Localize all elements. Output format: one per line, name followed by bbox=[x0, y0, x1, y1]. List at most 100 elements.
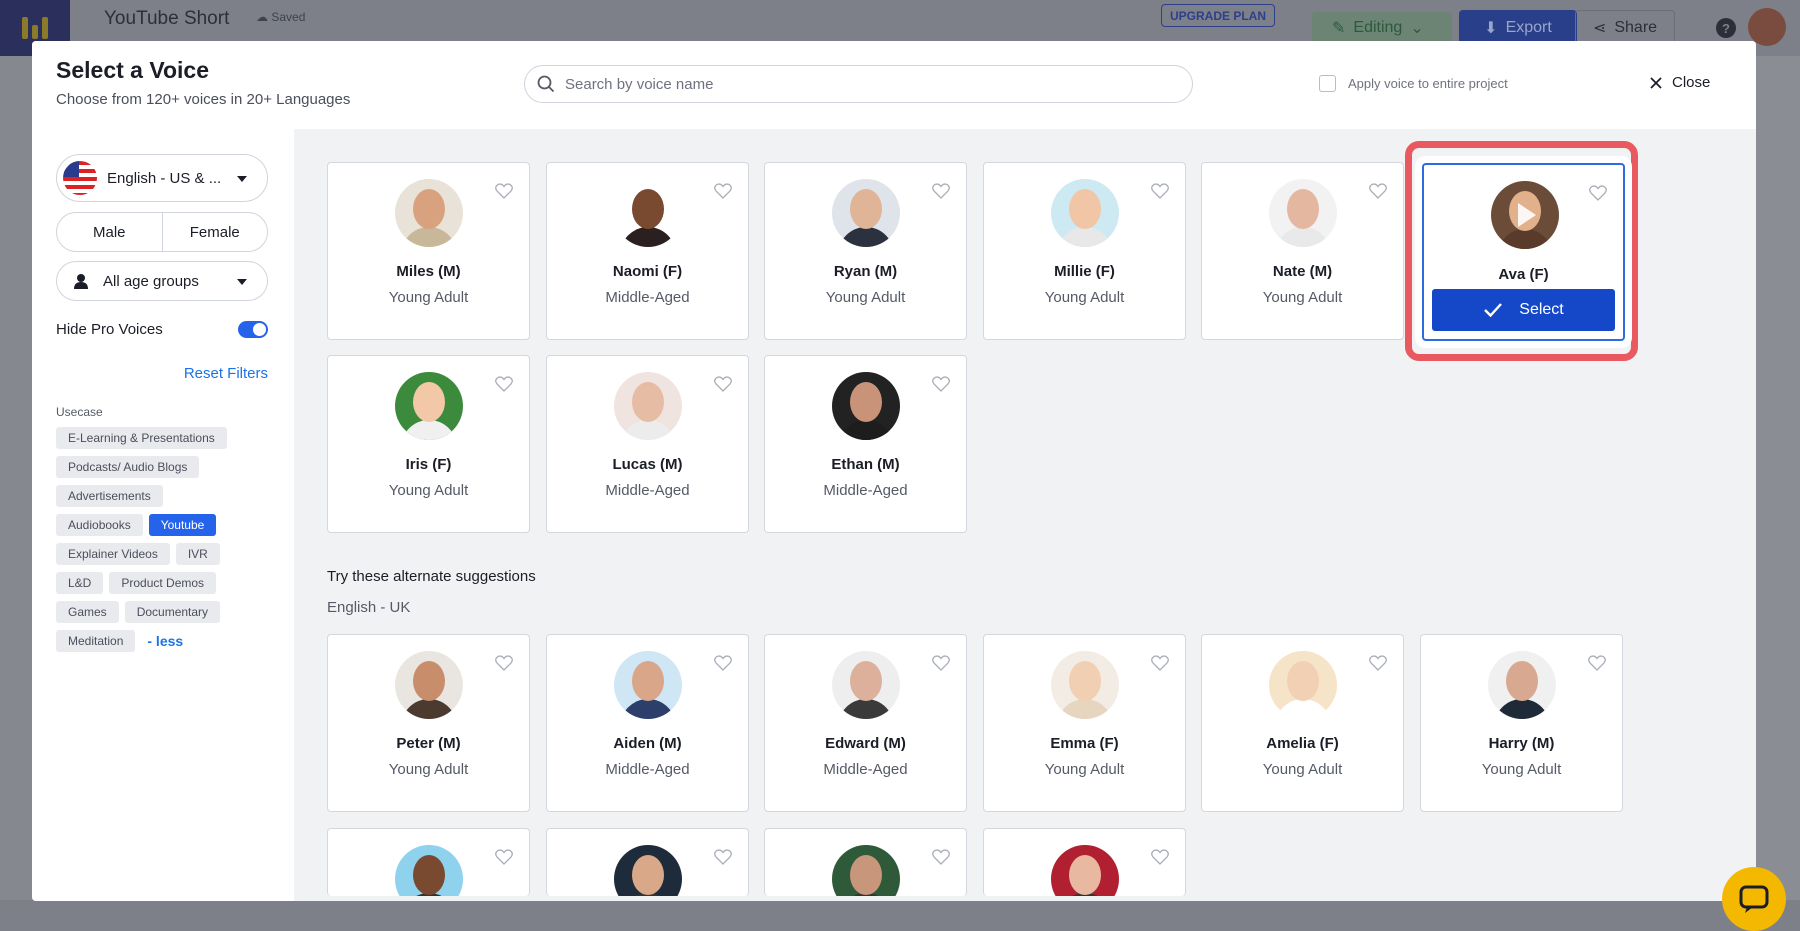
gender-male-button[interactable]: Male bbox=[57, 213, 162, 251]
usecase-chip[interactable]: Advertisements bbox=[56, 485, 163, 507]
voice-name: Ava (F) bbox=[1498, 266, 1549, 283]
voice-card-partial[interactable] bbox=[764, 828, 967, 896]
heart-icon[interactable] bbox=[932, 849, 950, 870]
voice-card[interactable]: Harry (M) Young Adult bbox=[1420, 634, 1623, 812]
usecase-chip[interactable]: Audiobooks bbox=[56, 514, 143, 536]
voice-avatar[interactable] bbox=[614, 179, 682, 247]
voice-card[interactable]: Ethan (M) Middle-Aged bbox=[764, 355, 967, 533]
heart-icon[interactable] bbox=[1151, 655, 1169, 676]
heart-icon[interactable] bbox=[495, 376, 513, 397]
heart-icon[interactable] bbox=[1369, 183, 1387, 204]
voice-age-group: Middle-Aged bbox=[605, 482, 690, 499]
share-label: Share bbox=[1614, 19, 1658, 36]
voice-card[interactable]: Aiden (M) Middle-Aged bbox=[546, 634, 749, 812]
usecase-chip[interactable]: E-Learning & Presentations bbox=[56, 427, 227, 449]
heart-icon[interactable] bbox=[495, 183, 513, 204]
person-icon bbox=[74, 274, 88, 289]
editing-mode-button[interactable]: ✎ Editing ⌄ bbox=[1312, 12, 1452, 44]
heart-icon[interactable] bbox=[932, 655, 950, 676]
voice-avatar[interactable] bbox=[395, 651, 463, 719]
voice-avatar[interactable] bbox=[1488, 651, 1556, 719]
voice-card[interactable]: Lucas (M) Middle-Aged bbox=[546, 355, 749, 533]
apply-voice-option[interactable]: Apply voice to entire project bbox=[1319, 75, 1508, 92]
voice-card-partial[interactable] bbox=[983, 828, 1186, 896]
heart-icon[interactable] bbox=[932, 376, 950, 397]
heart-icon[interactable] bbox=[1589, 185, 1607, 206]
voice-avatar[interactable] bbox=[1051, 179, 1119, 247]
apply-voice-checkbox[interactable] bbox=[1319, 75, 1336, 92]
usecase-chip[interactable]: Podcasts/ Audio Blogs bbox=[56, 456, 200, 478]
voice-card-partial[interactable] bbox=[546, 828, 749, 896]
project-title[interactable]: YouTube Short bbox=[104, 8, 229, 30]
heart-icon[interactable] bbox=[1369, 655, 1387, 676]
close-button[interactable]: Close bbox=[1650, 74, 1710, 91]
usecase-chip-active[interactable]: Youtube bbox=[148, 514, 217, 536]
voice-card[interactable]: Edward (M) Middle-Aged bbox=[764, 634, 967, 812]
voice-card[interactable]: Ryan (M) Young Adult bbox=[764, 162, 967, 340]
heart-icon[interactable] bbox=[1588, 655, 1606, 676]
voice-name: Aiden (M) bbox=[613, 735, 682, 752]
voice-avatar[interactable] bbox=[1269, 179, 1337, 247]
heart-icon[interactable] bbox=[714, 655, 732, 676]
voice-avatar[interactable] bbox=[832, 651, 900, 719]
voice-avatar[interactable] bbox=[395, 372, 463, 440]
gender-female-button[interactable]: Female bbox=[161, 213, 268, 251]
usecase-chip[interactable]: Product Demos bbox=[109, 572, 217, 594]
voice-card-selected[interactable]: Ava (F) Select bbox=[1422, 163, 1625, 341]
play-icon[interactable] bbox=[1518, 203, 1536, 227]
voice-search[interactable] bbox=[524, 65, 1193, 103]
heart-icon[interactable] bbox=[1151, 849, 1169, 870]
avatar-body bbox=[1275, 227, 1331, 247]
voice-avatar[interactable] bbox=[614, 372, 682, 440]
voice-avatar[interactable] bbox=[395, 179, 463, 247]
language-select[interactable]: English - US & ... bbox=[56, 154, 268, 202]
voice-card[interactable]: Naomi (F) Middle-Aged bbox=[546, 162, 749, 340]
voice-card[interactable]: Amelia (F) Young Adult bbox=[1201, 634, 1404, 812]
reset-filters-link[interactable]: Reset Filters bbox=[184, 365, 268, 382]
voice-avatar[interactable] bbox=[832, 845, 900, 896]
voice-card[interactable]: Peter (M) Young Adult bbox=[327, 634, 530, 812]
voice-avatar[interactable] bbox=[832, 372, 900, 440]
search-input[interactable] bbox=[565, 75, 1165, 93]
usecase-chip[interactable]: Meditation bbox=[56, 630, 136, 652]
usecase-chip[interactable]: Explainer Videos bbox=[56, 543, 170, 565]
voice-avatar[interactable] bbox=[614, 845, 682, 896]
select-voice-button[interactable]: Select bbox=[1432, 289, 1615, 331]
age-group-select[interactable]: All age groups bbox=[56, 261, 268, 301]
usecase-chip[interactable]: Documentary bbox=[124, 601, 221, 623]
chat-support-button[interactable] bbox=[1722, 867, 1786, 931]
voice-avatar[interactable] bbox=[1051, 845, 1119, 896]
avatar-head bbox=[1287, 661, 1319, 701]
voice-avatar[interactable] bbox=[832, 179, 900, 247]
filter-panel: English - US & ... Male Female All age g… bbox=[32, 129, 294, 901]
export-label: Export bbox=[1505, 19, 1552, 36]
upgrade-plan-button[interactable]: UPGRADE PLAN bbox=[1161, 4, 1275, 27]
voice-avatar[interactable] bbox=[1051, 651, 1119, 719]
usecase-chip[interactable]: Games bbox=[56, 601, 119, 623]
avatar-head bbox=[1506, 661, 1538, 701]
heart-icon[interactable] bbox=[932, 183, 950, 204]
voice-card[interactable]: Miles (M) Young Adult bbox=[327, 162, 530, 340]
avatar-head bbox=[413, 855, 445, 895]
usecase-chip[interactable]: IVR bbox=[175, 543, 220, 565]
voice-avatar[interactable] bbox=[614, 651, 682, 719]
voice-avatar[interactable] bbox=[395, 845, 463, 896]
usecase-chip[interactable]: L&D bbox=[56, 572, 104, 594]
voice-avatar[interactable] bbox=[1491, 181, 1559, 249]
heart-icon[interactable] bbox=[1151, 183, 1169, 204]
voice-card[interactable]: Emma (F) Young Adult bbox=[983, 634, 1186, 812]
voice-card[interactable]: Nate (M) Young Adult bbox=[1201, 162, 1404, 340]
pencil-icon: ✎ bbox=[1332, 20, 1346, 37]
voice-avatar[interactable] bbox=[1269, 651, 1337, 719]
voice-card[interactable]: Iris (F) Young Adult bbox=[327, 355, 530, 533]
heart-icon[interactable] bbox=[495, 655, 513, 676]
voice-card-partial[interactable] bbox=[327, 828, 530, 896]
hide-pro-toggle[interactable] bbox=[238, 320, 268, 338]
heart-icon[interactable] bbox=[714, 376, 732, 397]
heart-icon[interactable] bbox=[714, 183, 732, 204]
show-less-link[interactable]: - less bbox=[147, 633, 183, 649]
voice-card[interactable]: Millie (F) Young Adult bbox=[983, 162, 1186, 340]
heart-icon[interactable] bbox=[714, 849, 732, 870]
heart-icon[interactable] bbox=[495, 849, 513, 870]
help-icon[interactable]: ? bbox=[1716, 18, 1736, 38]
